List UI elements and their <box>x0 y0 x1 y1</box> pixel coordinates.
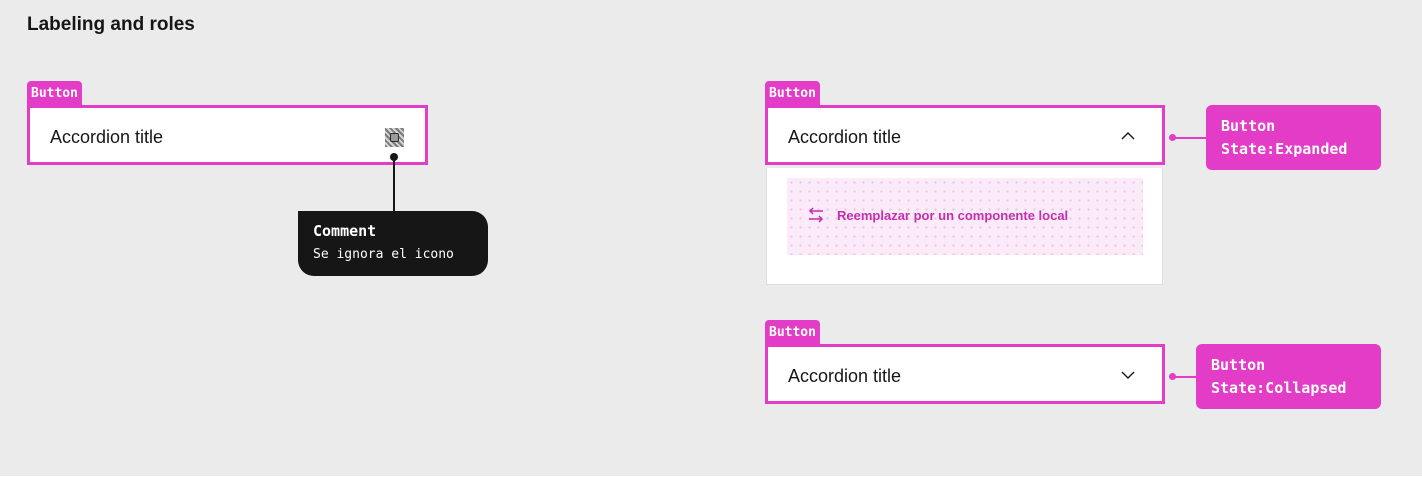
comment-pin-line <box>393 157 395 212</box>
chevron-down-icon <box>1121 371 1135 379</box>
comment-body: Se ignora el icono <box>313 247 454 262</box>
button-role-tag: Button <box>27 81 82 105</box>
annotation-state: State:Collapsed <box>1211 379 1347 397</box>
chevron-up-icon <box>1121 132 1135 140</box>
swap-icon <box>808 207 824 223</box>
annotation-expanded: Button State:Expanded <box>1206 105 1381 170</box>
comment-bubble: Comment Se ignora el icono <box>298 211 488 276</box>
accordion-title: Accordion title <box>788 127 902 147</box>
accordion-header-left[interactable]: Accordion title <box>27 105 428 165</box>
accordion-title: Accordion title <box>788 366 902 386</box>
local-component-slot: Reemplazar por un componente local <box>787 178 1143 255</box>
accordion-title: Accordion title <box>50 127 164 147</box>
button-role-tag: Button <box>765 320 820 344</box>
annotation-state: State:Expanded <box>1221 140 1348 158</box>
accordion-panel: Reemplazar por un componente local <box>766 168 1163 285</box>
placeholder-icon <box>385 128 404 147</box>
annotation-collapsed: Button State:Collapsed <box>1196 344 1381 409</box>
local-component-label: Reemplazar por un componente local <box>837 208 1069 223</box>
button-role-tag: Button <box>765 81 820 105</box>
annotation-role: Button <box>1211 356 1266 374</box>
accordion-header-collapsed[interactable]: Accordion title <box>765 344 1165 404</box>
comment-title: Comment <box>313 222 377 240</box>
connector-line <box>1172 376 1196 378</box>
page-title: Labeling and roles <box>27 14 195 35</box>
annotation-role: Button <box>1221 117 1276 135</box>
accordion-header-expanded[interactable]: Accordion title <box>765 105 1165 165</box>
comment-pin-dot <box>390 153 398 161</box>
connector-line <box>1172 137 1206 139</box>
